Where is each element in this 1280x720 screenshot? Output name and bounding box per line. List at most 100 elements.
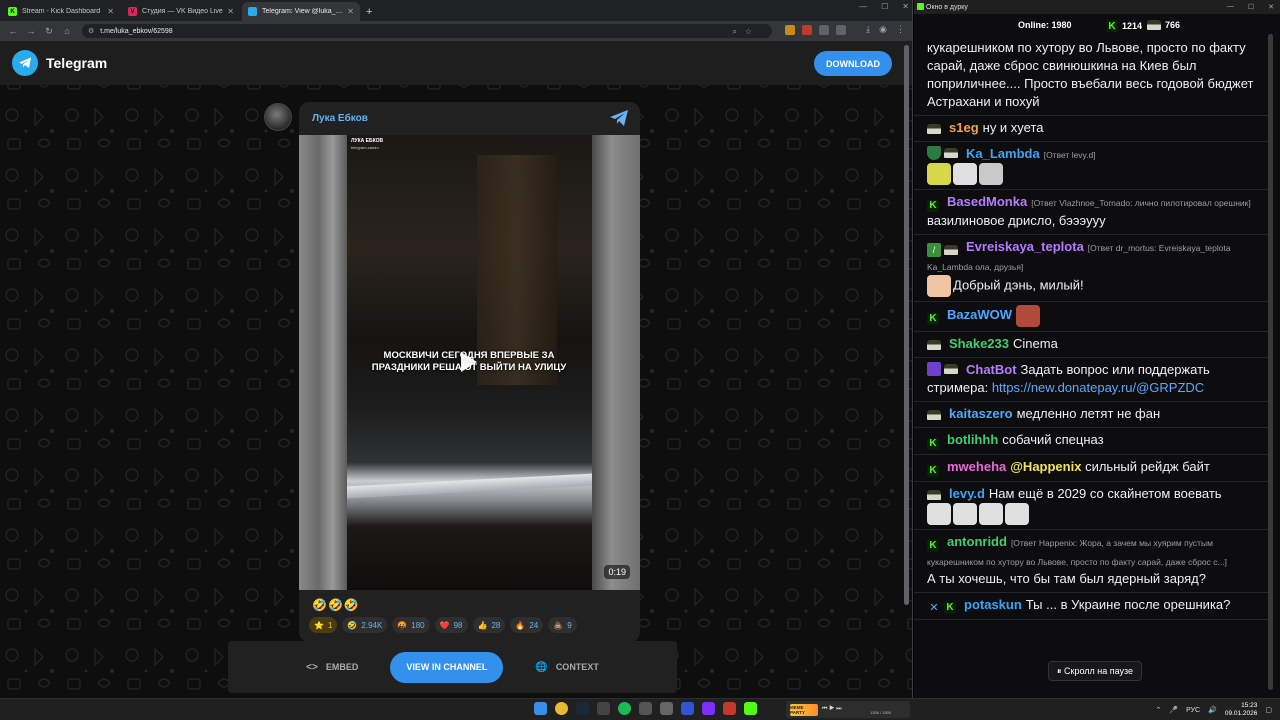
- subscriber-badge-icon: [944, 148, 958, 158]
- back-icon[interactable]: ←: [8, 26, 18, 36]
- url-input[interactable]: ⚙ t.me/luka_ebkov/62598 ⌕ ☆: [82, 24, 772, 38]
- scroll-paused-indicator[interactable]: ⏸ Скролл на паузе: [1048, 661, 1143, 681]
- clock[interactable]: 15:23 09.01.2026: [1225, 702, 1258, 718]
- reaction-button[interactable]: 💩 9: [548, 617, 577, 633]
- media-widget[interactable]: MEME PARTY ⏮ ▶ ⏭ 1306 / 1500: [786, 701, 910, 718]
- reply-reference[interactable]: [Ответ Vlazhnoe_Tornado: лично пилотиров…: [1031, 198, 1251, 208]
- chat-username[interactable]: BasedMonka: [947, 194, 1027, 209]
- app-icon[interactable]: [681, 702, 694, 715]
- browser-tab[interactable]: K Stream - Kick Dashboard ✕: [2, 2, 120, 21]
- chat-username[interactable]: BazaWOW: [947, 307, 1012, 322]
- close-icon[interactable]: ✕: [1268, 3, 1274, 11]
- reaction-count: 24: [529, 620, 539, 630]
- reaction-count: 9: [567, 620, 572, 630]
- steam-icon[interactable]: [576, 702, 589, 715]
- reload-icon[interactable]: ↻: [44, 26, 54, 37]
- start-icon[interactable]: [534, 702, 547, 715]
- reaction-button[interactable]: ❤️ 98: [434, 617, 468, 633]
- forward-icon[interactable]: →: [26, 26, 36, 36]
- minimize-icon[interactable]: —: [1227, 3, 1234, 11]
- tab-label: Telegram: View @luka_ebkov: [262, 8, 344, 15]
- reaction-button[interactable]: 🤬 180: [392, 617, 430, 633]
- tab-label: Студия — VK Видео Live: [142, 8, 223, 15]
- view-in-channel-button[interactable]: VIEW IN CHANNEL: [390, 651, 504, 683]
- telegram-brand[interactable]: Telegram: [46, 55, 107, 71]
- chat-scrollbar[interactable]: [1268, 34, 1273, 690]
- reaction-button[interactable]: 🔥 24: [510, 617, 544, 633]
- page-scrollbar[interactable]: [904, 45, 909, 605]
- language-indicator[interactable]: РУС: [1186, 707, 1200, 714]
- chat-username[interactable]: Ka_Lambda: [966, 146, 1040, 161]
- chat-username[interactable]: botlihhh: [947, 432, 998, 447]
- chat-username[interactable]: s1eg: [949, 120, 979, 135]
- chrome-icon[interactable]: [555, 702, 568, 715]
- download-icon[interactable]: ⤓: [866, 24, 870, 35]
- minimize-icon[interactable]: —: [859, 2, 867, 11]
- volume-icon[interactable]: 🔊: [1208, 706, 1217, 714]
- download-button[interactable]: DOWNLOAD: [814, 51, 892, 76]
- profile-icon[interactable]: ◉: [879, 24, 887, 35]
- chat-username[interactable]: antonridd: [947, 534, 1007, 549]
- chat-username[interactable]: ChatBot: [966, 362, 1017, 377]
- microphone-icon[interactable]: 🎤: [1169, 706, 1178, 714]
- tab-close-icon[interactable]: ✕: [347, 7, 354, 16]
- chat-username[interactable]: potaskun: [964, 597, 1022, 612]
- extension-icon[interactable]: [785, 25, 795, 35]
- tab-close-icon[interactable]: ✕: [107, 7, 114, 16]
- new-tab-button[interactable]: +: [366, 6, 372, 18]
- vip-badge-icon: ✕: [929, 602, 939, 614]
- notifications-icon[interactable]: ▢: [1265, 706, 1272, 714]
- app-icon[interactable]: [597, 702, 610, 715]
- menu-icon[interactable]: ⋮: [896, 24, 905, 35]
- maximize-icon[interactable]: ☐: [881, 2, 888, 11]
- browser-tab[interactable]: V Студия — VK Видео Live ✕: [122, 2, 240, 21]
- video-brand-subtitle: telegram-канал: [351, 145, 379, 150]
- share-icon[interactable]: [609, 109, 629, 127]
- chat-message: K BazaWOW: [914, 302, 1268, 332]
- video-player[interactable]: ЛУКА ЕБКОВ telegram-канал МОСКВИЧИ СЕГОД…: [299, 135, 640, 590]
- reply-reference[interactable]: [Ответ levy.d]: [1044, 150, 1096, 160]
- home-icon[interactable]: ⌂: [62, 26, 72, 36]
- chat-username[interactable]: Shake233: [949, 336, 1009, 351]
- chat-username[interactable]: mweheha: [947, 459, 1006, 474]
- reaction-button[interactable]: 🤣 2.94K: [342, 617, 388, 633]
- chevron-up-icon[interactable]: ⌃: [1155, 706, 1161, 714]
- chat-username[interactable]: levy.d: [949, 486, 985, 501]
- emote-image: [1016, 305, 1040, 327]
- app-icon[interactable]: [660, 702, 673, 715]
- chat-username[interactable]: Evreiskaya_teplota: [966, 239, 1084, 254]
- extension-icon[interactable]: [802, 25, 812, 35]
- obs-icon[interactable]: [639, 702, 652, 715]
- tab-label: Stream - Kick Dashboard: [22, 8, 101, 15]
- zoom-icon[interactable]: ⌕: [732, 27, 736, 37]
- kick-app-icon[interactable]: [744, 702, 757, 715]
- chat-link[interactable]: https://new.donatepay.ru/@GRPZDC: [992, 380, 1204, 395]
- chat-text: А ты хочешь, что бы там был ядерный заря…: [927, 571, 1206, 586]
- tab-close-icon[interactable]: ✕: [227, 7, 234, 16]
- play-icon[interactable]: [461, 352, 477, 372]
- channel-name[interactable]: Лука Ебков: [312, 113, 368, 124]
- bookmark-star-icon[interactable]: ☆: [745, 27, 752, 37]
- chat-mention[interactable]: @Happenix: [1010, 459, 1081, 474]
- puzzle-icon[interactable]: [819, 25, 829, 35]
- reaction-button[interactable]: 👍 28: [472, 617, 506, 633]
- context-button[interactable]: 🌐 CONTEXT: [535, 662, 598, 673]
- channel-avatar[interactable]: [264, 103, 292, 131]
- chat-username[interactable]: kaitaszero: [949, 406, 1013, 421]
- reaction-button[interactable]: ⭐ 1: [309, 617, 338, 633]
- media-controls[interactable]: ⏮ ▶ ⏭: [822, 706, 842, 713]
- screen: K Stream - Kick Dashboard ✕ V Студия — VK Ви…: [0, 0, 1280, 720]
- reaction-count: 98: [453, 620, 463, 630]
- browser-tab[interactable]: Telegram: View @luka_ebkov✕: [242, 2, 360, 21]
- app-icon[interactable]: [723, 702, 736, 715]
- telegram-logo-icon[interactable]: [12, 50, 38, 76]
- post-card: Лука Ебков ЛУКА ЕБКОВ telegram-канал МОС…: [299, 102, 640, 642]
- chat-messages[interactable]: кукарешником по хутору во Львове, просто…: [914, 36, 1268, 698]
- close-icon[interactable]: ✕: [902, 2, 909, 11]
- spotify-icon[interactable]: [618, 702, 631, 715]
- maximize-icon[interactable]: ☐: [1248, 3, 1254, 11]
- app-icon[interactable]: [702, 702, 715, 715]
- embed-button[interactable]: <> EMBED: [306, 662, 358, 673]
- sidebar-icon[interactable]: [836, 25, 846, 35]
- site-info-icon[interactable]: ⚙: [88, 27, 94, 35]
